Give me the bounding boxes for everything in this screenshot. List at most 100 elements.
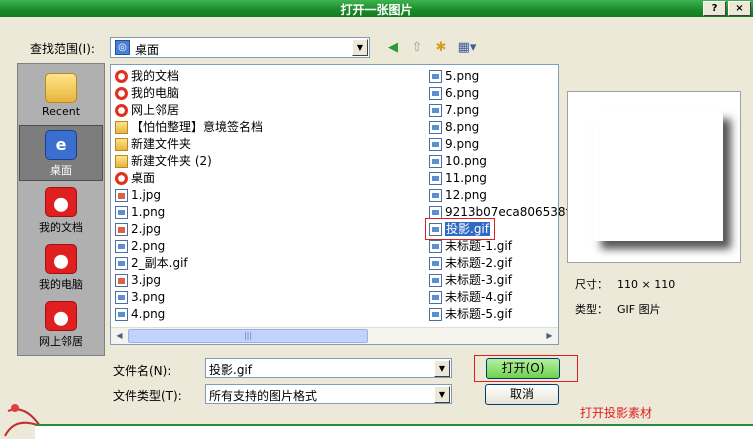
bottom-strip (35, 424, 753, 439)
place-label: 我的电脑 (39, 278, 83, 291)
place-my-documents[interactable]: 我的文档 (19, 183, 103, 239)
chevron-down-icon[interactable]: ▼ (352, 39, 368, 56)
list-item[interactable]: 11.png (427, 170, 570, 187)
list-item[interactable]: 1.jpg (113, 187, 263, 204)
my-computer-icon (45, 244, 77, 274)
file-name: 3.png (131, 290, 166, 304)
doc-file-icon (429, 70, 442, 83)
list-item[interactable]: 2.jpg (113, 221, 263, 238)
file-name: 未标题-2.gif (445, 256, 512, 270)
file-name: 6.png (445, 86, 480, 100)
file-name: 11.png (445, 171, 487, 185)
doc-file-icon (429, 172, 442, 185)
folder-file-icon (115, 138, 128, 151)
place-label: 网上邻居 (39, 335, 83, 348)
list-item[interactable]: 未标题-4.gif (427, 289, 570, 306)
jpg-file-icon (115, 223, 128, 236)
file-name: 我的文档 (131, 69, 180, 83)
back-icon[interactable]: ◀ (383, 39, 403, 57)
doc-file-icon (429, 274, 442, 287)
fox-file-icon (115, 104, 128, 117)
folder-file-icon (115, 121, 128, 134)
file-column: 5.png 6.png 7.png 8.png 9.png 10.png 11.png 12.… (427, 68, 570, 323)
help-button[interactable]: ? (703, 1, 726, 16)
scroll-right-icon[interactable]: ▶ (541, 328, 558, 344)
folder-file-icon (115, 155, 128, 168)
filename-input[interactable]: 投影.gif ▼ (205, 358, 452, 378)
places-bar: Recent e 桌面 我的文档 我的电脑 网上邻居 (17, 63, 105, 356)
chevron-down-icon[interactable]: ▼ (434, 386, 450, 403)
list-item[interactable]: 7.png (427, 102, 570, 119)
list-item[interactable]: 3.jpg (113, 272, 263, 289)
doc-file-icon (115, 308, 128, 321)
list-item[interactable]: 新建文件夹 (113, 136, 263, 153)
scroll-thumb[interactable]: ||| (128, 329, 368, 343)
doc-file-icon (429, 121, 442, 134)
list-item[interactable]: 5.png (427, 68, 570, 85)
fox-file-icon (115, 70, 128, 83)
list-item[interactable]: 未标题-3.gif (427, 272, 570, 289)
filetype-dropdown[interactable]: 所有支持的图片格式 ▼ (205, 384, 452, 404)
list-item[interactable]: 未标题-2.gif (427, 255, 570, 272)
type-value: GIF 图片 (617, 303, 661, 316)
title-bar: 打开一张图片 ? × (0, 0, 753, 17)
file-name: 未标题-4.gif (445, 290, 512, 304)
scroll-left-icon[interactable]: ◀ (111, 328, 128, 344)
list-item[interactable]: 桌面 (113, 170, 263, 187)
cancel-button[interactable]: 取消 (485, 384, 559, 405)
list-item[interactable]: 9.png (427, 136, 570, 153)
chevron-down-icon[interactable]: ▼ (434, 360, 450, 377)
doc-file-icon (115, 206, 128, 219)
place-recent[interactable]: Recent (19, 69, 103, 125)
list-item[interactable]: 6.png (427, 85, 570, 102)
lookin-value: 桌面 (135, 43, 160, 57)
list-item[interactable]: 2.png (113, 238, 263, 255)
doc-file-icon (429, 155, 442, 168)
file-name: 2.jpg (131, 222, 162, 236)
place-network[interactable]: 网上邻居 (19, 297, 103, 353)
doc-file-icon (429, 257, 442, 270)
list-item[interactable]: 3.png (113, 289, 263, 306)
list-item[interactable]: 未标题-5.gif (427, 306, 570, 323)
file-name: 新建文件夹 (2) (131, 154, 212, 168)
view-menu-icon[interactable]: ▦▾ (455, 39, 479, 57)
file-name: 未标题-5.gif (445, 307, 512, 321)
file-name: 未标题-1.gif (445, 239, 512, 253)
place-my-computer[interactable]: 我的电脑 (19, 240, 103, 296)
list-item[interactable]: 12.png (427, 187, 570, 204)
desktop-icon: e (45, 130, 77, 160)
filename-label: 文件名(N): (113, 364, 172, 378)
list-item[interactable]: 【怕怕整理】意境签名档 (113, 119, 263, 136)
file-name: 1.png (131, 205, 166, 219)
list-item[interactable]: 我的文档 (113, 68, 263, 85)
list-item[interactable]: 新建文件夹 (2) (113, 153, 263, 170)
list-item[interactable]: 网上邻居 (113, 102, 263, 119)
list-item[interactable]: 10.png (427, 153, 570, 170)
new-folder-icon[interactable]: ✱ (431, 39, 451, 57)
place-label: 桌面 (50, 164, 72, 177)
list-item[interactable]: 4.png (113, 306, 263, 323)
list-item[interactable]: 未标题-1.gif (427, 238, 570, 255)
list-item[interactable]: 8.png (427, 119, 570, 136)
filetype-label: 文件类型(T): (113, 389, 182, 403)
doc-file-icon (115, 240, 128, 253)
up-folder-icon[interactable]: ⇧ (407, 39, 427, 57)
lookin-dropdown[interactable]: ◎ 桌面 ▼ (110, 37, 370, 58)
list-item[interactable]: 1.png (113, 204, 263, 221)
doc-file-icon (429, 189, 442, 202)
window-title: 打开一张图片 (340, 3, 413, 17)
list-item[interactable]: 2_副本.gif (113, 255, 263, 272)
file-name: 2.png (131, 239, 166, 253)
file-name: 12.png (445, 188, 487, 202)
close-button[interactable]: × (728, 1, 751, 16)
file-name: 网上邻居 (131, 103, 180, 117)
jpg-file-icon (115, 189, 128, 202)
place-desktop[interactable]: e 桌面 (19, 125, 103, 181)
list-item[interactable]: 我的电脑 (113, 85, 263, 102)
type-label: 类型： (575, 303, 608, 316)
file-name: 9.png (445, 137, 480, 151)
file-name: 桌面 (131, 171, 156, 185)
file-list[interactable]: 我的文档我的电脑 网上邻居【怕怕整理】意境签名档 新建文件夹 新建文件夹 (2) 桌面 1… (110, 64, 570, 345)
horizontal-scrollbar[interactable]: ◀ ||| ▶ (111, 327, 558, 344)
doc-file-icon (429, 308, 442, 321)
